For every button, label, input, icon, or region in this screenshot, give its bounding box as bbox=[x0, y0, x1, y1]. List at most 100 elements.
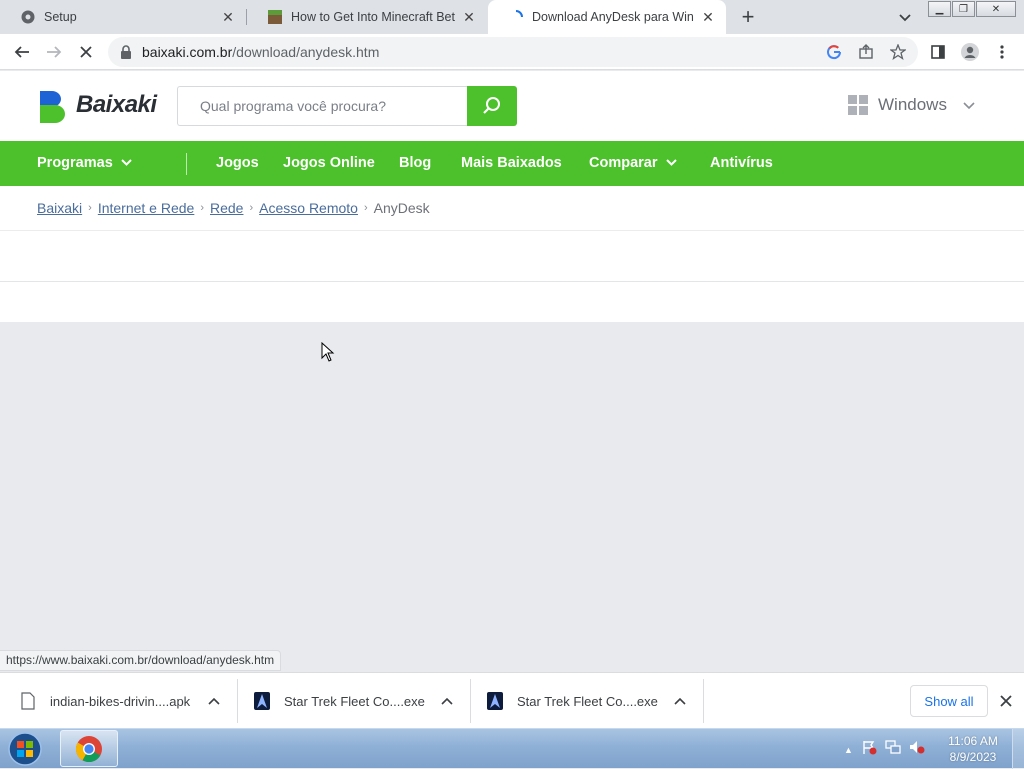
search-icon bbox=[483, 97, 500, 114]
menu-kebab-icon[interactable] bbox=[990, 40, 1014, 64]
loading-spinner-icon bbox=[508, 9, 524, 25]
minimize-window-button[interactable]: ▁ bbox=[928, 1, 951, 17]
volume-muted-icon[interactable] bbox=[909, 739, 925, 760]
tab-close-icon[interactable]: ✕ bbox=[220, 9, 236, 25]
nav-label: Blog bbox=[399, 155, 432, 171]
chevron-down-icon bbox=[121, 158, 132, 169]
download-separator bbox=[237, 679, 238, 723]
breadcrumb-separator: › bbox=[363, 202, 368, 214]
nav-label: Jogos Online bbox=[283, 155, 375, 171]
nav-label: Jogos bbox=[216, 155, 259, 171]
tab-close-icon[interactable]: ✕ bbox=[700, 9, 716, 25]
download-shelf: indian-bikes-drivin....apk Star Trek Fle… bbox=[0, 672, 1024, 728]
breadcrumb-link-acesso-remoto[interactable]: Acesso Remoto bbox=[259, 200, 358, 216]
chevron-up-icon[interactable] bbox=[672, 693, 688, 709]
star-trek-app-icon bbox=[254, 692, 270, 710]
content-band bbox=[0, 282, 1024, 322]
nav-comparar[interactable]: Comparar bbox=[589, 155, 677, 171]
clock-date: 8/9/2023 bbox=[949, 750, 997, 764]
chrome-icon bbox=[75, 735, 102, 762]
search-button[interactable] bbox=[467, 86, 517, 126]
nav-jogos[interactable]: Jogos bbox=[216, 155, 259, 171]
url-path: /download/anydesk.htm bbox=[232, 44, 380, 60]
bookmark-star-icon[interactable] bbox=[886, 40, 910, 64]
forward-arrow-icon[interactable] bbox=[42, 40, 66, 64]
download-filename: indian-bikes-drivin....apk bbox=[50, 693, 191, 709]
baixaki-logo-icon[interactable] bbox=[38, 89, 68, 123]
nav-jogos-online[interactable]: Jogos Online bbox=[283, 155, 375, 171]
breadcrumb-bar: Baixaki › Internet e Rede › Rede › Acess… bbox=[0, 186, 1024, 231]
system-tray: ▲ bbox=[844, 739, 925, 760]
tab-strip: Setup ✕ How to Get Into Minecraft Betas … bbox=[0, 0, 1024, 34]
tab-setup[interactable]: Setup ✕ bbox=[0, 0, 246, 34]
plus-icon: + bbox=[741, 4, 755, 29]
action-center-flag-icon[interactable] bbox=[861, 739, 877, 760]
nav-programas[interactable]: Programas bbox=[37, 155, 132, 171]
show-hidden-icons-icon[interactable]: ▲ bbox=[844, 745, 853, 755]
tab-title: Download AnyDesk para Windows bbox=[532, 10, 694, 24]
minecraft-icon bbox=[267, 9, 283, 25]
file-icon bbox=[20, 692, 36, 710]
breadcrumb-link-rede[interactable]: Rede bbox=[210, 200, 243, 216]
breadcrumb-link-baixaki[interactable]: Baixaki bbox=[37, 200, 82, 216]
download-filename: Star Trek Fleet Co....exe bbox=[517, 693, 658, 709]
content-band bbox=[0, 231, 1024, 282]
show-desktop-button[interactable] bbox=[1012, 729, 1024, 769]
chevron-up-icon[interactable] bbox=[206, 693, 222, 709]
gear-icon bbox=[20, 9, 36, 25]
taskbar-clock[interactable]: 11:06 AM 8/9/2023 bbox=[940, 733, 1006, 765]
taskbar-chrome-button[interactable] bbox=[60, 730, 118, 767]
tab-minecraft[interactable]: How to Get Into Minecraft Betas ✕ bbox=[247, 0, 487, 34]
download-separator bbox=[470, 679, 471, 723]
nav-label: Mais Baixados bbox=[461, 155, 562, 171]
lock-icon[interactable] bbox=[120, 45, 132, 64]
download-item[interactable]: indian-bikes-drivin....apk bbox=[20, 681, 236, 721]
nav-antivirus[interactable]: Antivírus bbox=[710, 155, 773, 171]
tab-title: How to Get Into Minecraft Betas bbox=[291, 10, 455, 24]
search-input[interactable] bbox=[178, 87, 467, 125]
main-nav: Programas Jogos Jogos Online Blog Mais B… bbox=[0, 141, 1024, 186]
breadcrumb-separator: › bbox=[249, 202, 254, 214]
download-filename: Star Trek Fleet Co....exe bbox=[284, 693, 425, 709]
nav-label: Antivírus bbox=[710, 155, 773, 171]
close-shelf-icon[interactable] bbox=[996, 691, 1016, 711]
google-icon[interactable] bbox=[822, 40, 846, 64]
link-status-bubble: https://www.baixaki.com.br/download/anyd… bbox=[0, 650, 282, 671]
address-bar[interactable]: baixaki.com.br/download/anydesk.htm bbox=[108, 37, 918, 67]
download-item[interactable]: Star Trek Fleet Co....exe bbox=[254, 681, 469, 721]
start-button[interactable] bbox=[4, 731, 46, 767]
url-text: baixaki.com.br/download/anydesk.htm bbox=[142, 44, 379, 60]
site-logo-text[interactable]: Baixaki bbox=[76, 91, 157, 119]
platform-label: Windows bbox=[878, 95, 947, 114]
nav-blog[interactable]: Blog bbox=[399, 155, 431, 171]
share-icon[interactable] bbox=[854, 40, 878, 64]
download-item[interactable]: Star Trek Fleet Co....exe bbox=[487, 681, 702, 721]
search-field[interactable] bbox=[177, 86, 467, 126]
network-icon[interactable] bbox=[885, 739, 901, 760]
tab-title: Setup bbox=[44, 10, 77, 24]
breadcrumb-current: AnyDesk bbox=[373, 200, 430, 216]
platform-selector[interactable]: Windows bbox=[848, 95, 975, 115]
close-window-button[interactable]: ✕ bbox=[976, 1, 1016, 17]
tab-anydesk[interactable]: Download AnyDesk para Windows ✕ bbox=[488, 0, 726, 34]
tab-close-icon[interactable]: ✕ bbox=[461, 9, 477, 25]
tab-search-chevron-icon[interactable] bbox=[896, 8, 914, 26]
nav-label: Programas bbox=[37, 155, 113, 171]
side-panel-icon[interactable] bbox=[926, 40, 950, 64]
profile-avatar-icon[interactable] bbox=[958, 40, 982, 64]
windows-logo-icon bbox=[8, 732, 42, 766]
back-arrow-icon[interactable] bbox=[10, 40, 34, 64]
url-host: baixaki.com.br bbox=[142, 44, 233, 60]
windows-taskbar: ▲ 11:06 AM 8/9/2023 bbox=[0, 728, 1024, 769]
restore-window-button[interactable]: ❐ bbox=[952, 1, 975, 17]
web-page: Baixaki Windows Programas Jogos Jogos On… bbox=[0, 71, 1024, 671]
browser-toolbar: baixaki.com.br/download/anydesk.htm bbox=[0, 34, 1024, 70]
mouse-cursor-icon bbox=[321, 341, 335, 367]
show-all-downloads-button[interactable]: Show all bbox=[910, 685, 988, 717]
breadcrumb-link-internet-e-rede[interactable]: Internet e Rede bbox=[98, 200, 195, 216]
chevron-up-icon[interactable] bbox=[439, 693, 455, 709]
stop-loading-icon[interactable] bbox=[74, 40, 98, 64]
nav-mais-baixados[interactable]: Mais Baixados bbox=[461, 155, 562, 171]
new-tab-button[interactable]: + bbox=[736, 4, 760, 29]
chevron-down-icon bbox=[665, 158, 677, 169]
